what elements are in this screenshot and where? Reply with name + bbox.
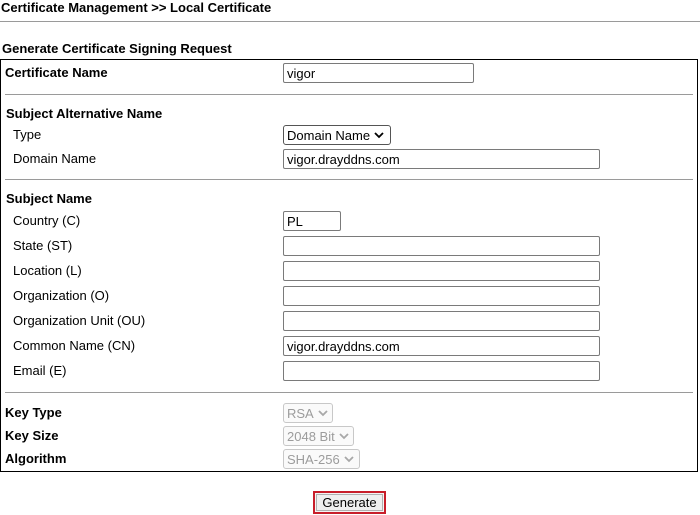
organization-unit-input[interactable] <box>283 311 600 331</box>
organization-label: Organization (O) <box>13 288 110 303</box>
email-label: Email (E) <box>13 363 67 378</box>
certificate-name-input[interactable] <box>283 63 474 83</box>
divider <box>5 179 693 180</box>
chevron-down-icon <box>344 456 354 463</box>
form-title: Generate Certificate Signing Request <box>2 41 232 56</box>
key-type-select[interactable]: RSA <box>283 403 333 423</box>
divider <box>5 392 693 393</box>
location-label: Location (L) <box>13 263 82 278</box>
chevron-down-icon <box>374 132 384 139</box>
certificate-name-label: Certificate Name <box>5 65 108 80</box>
country-input[interactable] <box>283 211 341 231</box>
algorithm-value: SHA-256 <box>287 451 340 467</box>
page-title: Certificate Management >> Local Certific… <box>1 0 272 15</box>
key-size-select[interactable]: 2048 Bit <box>283 426 354 446</box>
state-input[interactable] <box>283 236 600 256</box>
country-label: Country (C) <box>13 213 81 228</box>
organization-unit-label: Organization Unit (OU) <box>13 313 146 328</box>
email-input[interactable] <box>283 361 600 381</box>
san-type-value: Domain Name <box>287 127 371 143</box>
subject-heading: Subject Name <box>6 191 92 206</box>
algorithm-label: Algorithm <box>5 451 67 466</box>
key-type-label: Key Type <box>5 405 62 420</box>
common-name-input[interactable] <box>283 336 600 356</box>
generate-button-label: Generate <box>316 494 383 511</box>
key-type-value: RSA <box>287 405 314 421</box>
organization-input[interactable] <box>283 286 600 306</box>
divider <box>0 21 700 22</box>
algorithm-select[interactable]: SHA-256 <box>283 449 360 469</box>
state-label: State (ST) <box>13 238 73 253</box>
key-size-value: 2048 Bit <box>287 428 335 444</box>
location-input[interactable] <box>283 261 600 281</box>
san-domain-input[interactable] <box>283 149 600 169</box>
san-type-label: Type <box>13 127 42 142</box>
san-domain-label: Domain Name <box>13 151 97 166</box>
generate-button[interactable]: Generate <box>313 491 386 514</box>
san-type-select[interactable]: Domain Name <box>283 125 391 145</box>
chevron-down-icon <box>318 410 328 417</box>
common-name-label: Common Name (CN) <box>13 338 136 353</box>
key-size-label: Key Size <box>5 428 59 443</box>
chevron-down-icon <box>339 433 349 440</box>
divider <box>5 94 693 95</box>
san-heading: Subject Alternative Name <box>6 106 163 121</box>
csr-form-panel: Certificate Name Subject Alternative Nam… <box>0 59 698 472</box>
